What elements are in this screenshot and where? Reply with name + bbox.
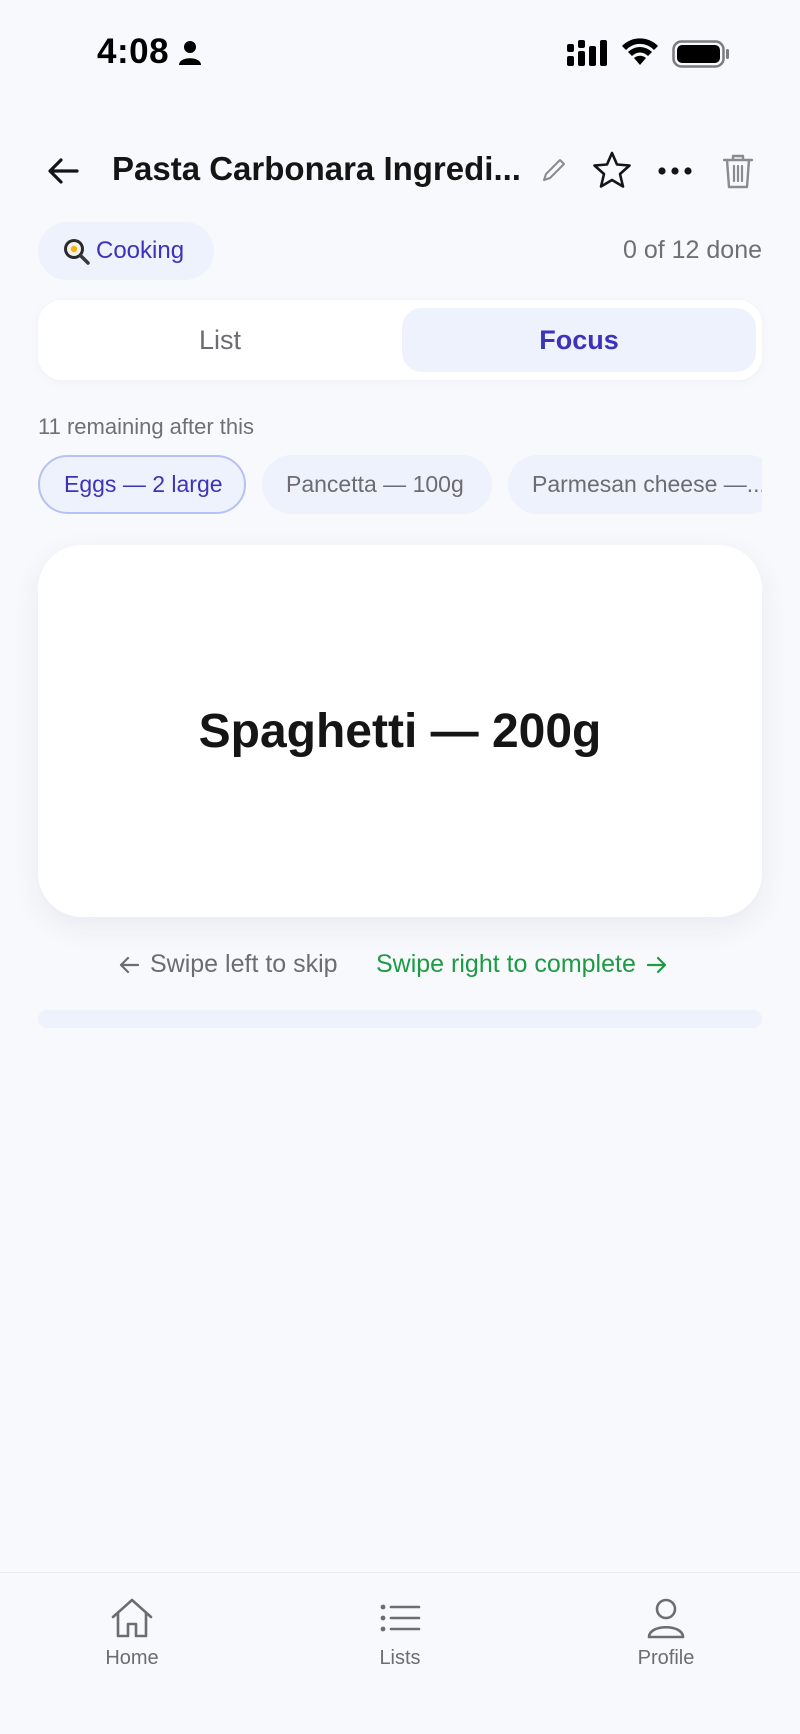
nav-item-lists[interactable]: Lists	[330, 1597, 470, 1697]
app-screen: 4:08 Pasta Carbonara Ingredi... Cooking …	[0, 0, 800, 1734]
star-icon	[593, 151, 631, 188]
upcoming-item-chip[interactable]: Eggs — 2 large	[38, 455, 246, 514]
nav-label: Profile	[637, 1647, 695, 1669]
tab-list[interactable]: List	[44, 308, 396, 372]
nav-item-profile[interactable]: Profile	[596, 1597, 736, 1697]
home-icon	[111, 1598, 153, 1638]
remaining-count: 11 remaining after this	[38, 414, 255, 439]
status-bar: 4:08	[0, 0, 800, 110]
upcoming-item-chip[interactable]: Parmesan cheese —...	[508, 455, 762, 514]
category-chip[interactable]: Cooking	[38, 222, 214, 280]
favorite-button[interactable]	[588, 146, 636, 194]
wifi-icon	[622, 38, 658, 65]
swipe-complete-label: Swipe right to complete	[376, 950, 636, 978]
category-label: Cooking	[96, 237, 185, 264]
bottom-navigation: Home Lists Profile	[0, 1572, 800, 1734]
nav-item-home[interactable]: Home	[62, 1597, 202, 1697]
pencil-icon	[543, 159, 565, 181]
list-header: Pasta Carbonara Ingredi...	[0, 130, 800, 210]
arrow-left-icon	[48, 158, 79, 184]
more-options-button[interactable]	[652, 148, 698, 194]
swipe-skip-hint: Swipe left to skip	[118, 950, 338, 979]
status-time: 4:08	[97, 32, 170, 71]
delete-list-button[interactable]	[718, 148, 758, 194]
more-horizontal-icon	[658, 167, 692, 175]
focus-item-label: Spaghetti — 200g	[198, 704, 602, 758]
battery-icon	[672, 40, 729, 68]
edit-title-button[interactable]	[536, 152, 572, 188]
swipe-skip-label: Swipe left to skip	[150, 950, 338, 978]
tab-focus[interactable]: Focus	[402, 308, 756, 372]
nav-label: Lists	[379, 1647, 421, 1669]
trash-icon	[723, 154, 753, 189]
list-icon	[380, 1604, 421, 1632]
upcoming-items: Eggs — 2 large Pancetta — 100g Parmesan …	[38, 455, 762, 515]
progress-count: 0 of 12 done	[622, 236, 762, 264]
focus-item-card[interactable]: Spaghetti — 200g	[38, 545, 762, 917]
arrow-right-icon	[646, 956, 666, 973]
swipe-complete-hint: Swipe right to complete	[376, 950, 668, 979]
page-title: Pasta Carbonara Ingredi...	[112, 150, 521, 187]
frying-pan-egg-icon	[64, 239, 90, 265]
back-button[interactable]	[38, 146, 88, 196]
person-status-icon	[179, 41, 201, 65]
arrow-left-icon	[119, 956, 140, 973]
upcoming-item-chip[interactable]: Pancetta — 100g	[262, 455, 492, 514]
view-mode-toggle: List Focus	[38, 300, 762, 380]
person-icon	[647, 1598, 685, 1639]
nav-label: Home	[105, 1647, 159, 1669]
cellular-signal-icon	[567, 40, 607, 66]
progress-bar	[38, 1010, 762, 1028]
